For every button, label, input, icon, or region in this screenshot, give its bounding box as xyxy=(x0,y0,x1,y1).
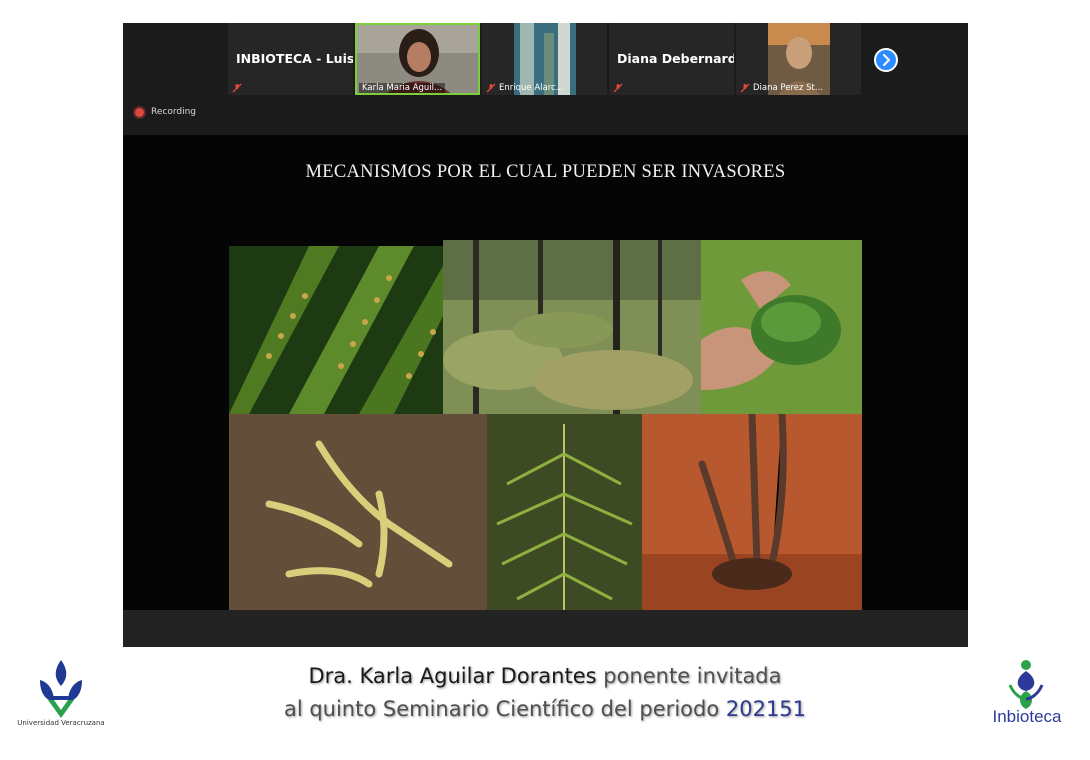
shared-slide: MECANISMOS POR EL CUAL PUEDEN SER INVASO… xyxy=(123,135,968,610)
participant-footer: Karla Maria Aguil... xyxy=(359,83,446,93)
caption-line-1: Dra. Karla Aguilar Dorantes ponente invi… xyxy=(0,664,1090,688)
recording-label: Recording xyxy=(151,107,197,117)
participant-tile[interactable]: Diana Debernardi xyxy=(609,23,734,95)
mic-muted-icon xyxy=(232,83,242,93)
fiddleheads-photo xyxy=(642,414,862,610)
caption-line-2: al quinto Seminario Científico del perio… xyxy=(0,697,1090,721)
meeting-bottom-bar xyxy=(123,610,968,647)
participant-footer: Enrique Alarc... xyxy=(486,83,564,93)
period-code: 202151 xyxy=(725,697,807,721)
universidad-veracruzana-text: Universidad Veracruzana xyxy=(17,719,105,727)
slide-title: MECANISMOS POR EL CUAL PUEDEN SER INVASO… xyxy=(305,162,786,182)
next-participants-button[interactable] xyxy=(874,48,898,72)
speaker-name: Dra. Karla Aguilar Dorantes xyxy=(308,664,597,688)
participant-footer: Diana Perez St... xyxy=(740,83,823,93)
mic-muted-icon xyxy=(613,83,623,93)
mic-muted-icon xyxy=(486,83,496,93)
bracken-forest-photo xyxy=(443,240,701,414)
zoom-meeting-window: INBIOTECA - Luis Karla Maria Aguil... En… xyxy=(123,23,968,647)
participant-label: Diana Perez St... xyxy=(753,83,824,93)
participant-name: INBIOTECA - Luis xyxy=(236,51,353,66)
participant-tile[interactable]: Enrique Alarc... xyxy=(482,23,607,95)
participant-strip: INBIOTECA - Luis Karla Maria Aguil... En… xyxy=(123,23,968,95)
mic-muted-icon xyxy=(740,83,750,93)
inbioteca-text: Inbioteca xyxy=(992,707,1062,726)
hands-moss-photo xyxy=(701,240,862,414)
participant-tile[interactable]: INBIOTECA - Luis xyxy=(228,23,353,95)
caption-text: ponente invitada xyxy=(596,664,782,688)
inbioteca-logo xyxy=(1008,660,1044,709)
recording-dot-icon xyxy=(135,107,144,117)
participant-label: Karla Maria Aguil... xyxy=(362,83,443,93)
participant-footer xyxy=(613,83,623,93)
caption-text: al quinto Seminario Científico del perio… xyxy=(283,697,726,721)
participant-label: Enrique Alarc... xyxy=(499,83,564,93)
chevron-right-icon xyxy=(883,54,891,66)
participant-name: Diana Debernardi xyxy=(617,51,734,66)
participant-tile-active[interactable]: Karla Maria Aguil... xyxy=(355,23,480,95)
rhizomes-photo xyxy=(229,414,487,610)
fern-sori-photo xyxy=(229,246,443,414)
fern-frond-photo xyxy=(487,414,642,610)
participant-tile[interactable]: Diana Perez St... xyxy=(736,23,861,95)
recording-indicator[interactable]: Recording xyxy=(135,107,196,117)
participant-footer xyxy=(232,83,242,93)
